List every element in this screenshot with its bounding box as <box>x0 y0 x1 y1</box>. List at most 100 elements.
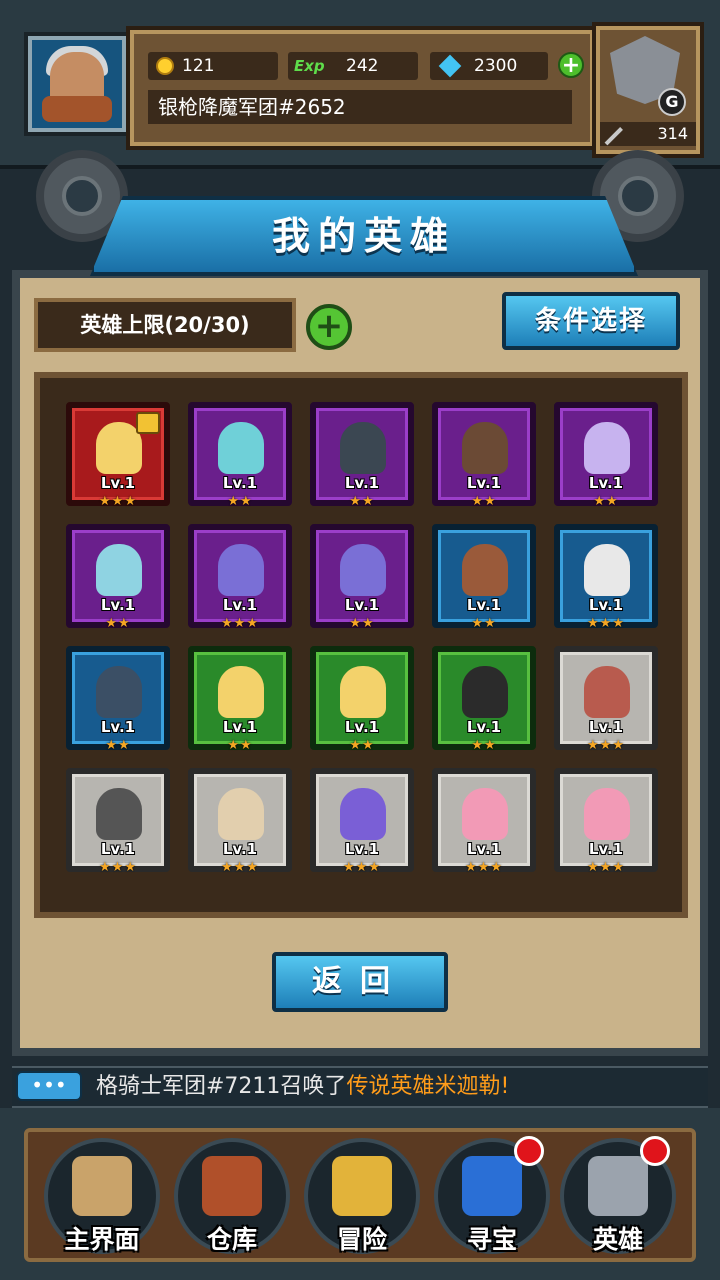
hero-slot[interactable]: Lv.1 ★★ <box>310 402 414 509</box>
filter-button[interactable]: 条件选择 <box>502 292 680 350</box>
hero-stars: ★★★ <box>587 860 625 875</box>
hero-level: Lv.1 <box>344 840 380 858</box>
hero-stars: ★★★ <box>587 616 625 631</box>
hero-slot[interactable]: Lv.1 ★★ <box>188 646 292 753</box>
hero-slot[interactable]: Lv.1 ★★ <box>310 646 414 753</box>
hero-slot[interactable]: Lv.1 ★★ <box>66 646 170 753</box>
power-value: 314 <box>600 122 696 146</box>
hero-limit-label: 英雄上限(20/30) <box>34 298 296 352</box>
hero-slot[interactable]: Lv.1 ★★ <box>432 524 536 631</box>
hero-slot[interactable]: Lv.1 ★★★ <box>188 768 292 875</box>
hero-portrait-icon <box>462 788 508 840</box>
notification-dot <box>514 1136 544 1166</box>
hero-slot[interactable]: Lv.1 ★★ <box>432 402 536 509</box>
hero-slot[interactable]: Lv.1 ★★ <box>188 402 292 509</box>
hero-stars: ★★★ <box>221 860 259 875</box>
ticker-prefix: 格骑士军团#7211召唤了 <box>96 1074 347 1099</box>
hero-slot[interactable]: Lv.1 ★★ <box>554 402 658 509</box>
hero-portrait-icon <box>462 422 508 474</box>
hero-stars: ★★ <box>227 494 253 509</box>
player-avatar[interactable] <box>28 36 126 132</box>
hero-level: Lv.1 <box>588 718 624 736</box>
gold-coin-icon <box>156 57 174 75</box>
hero-stars: ★★★ <box>343 860 381 875</box>
scroll-map-icon <box>72 1156 132 1216</box>
hero-slot[interactable]: Lv.1 ★★★ <box>554 524 658 631</box>
hero-portrait-icon <box>96 544 142 596</box>
hero-slot[interactable]: Lv.1 ★★★ <box>66 768 170 875</box>
nav-label: 英雄 <box>592 1225 643 1254</box>
power-number: 314 <box>657 124 688 143</box>
hero-portrait-icon <box>340 666 386 718</box>
hero-portrait-icon <box>218 422 264 474</box>
hero-slot[interactable]: Lv.1 ★★ <box>66 524 170 631</box>
ticker-message: 格骑士军团#7211召唤了传说英雄米迦勒! <box>96 1068 509 1106</box>
hero-level: Lv.1 <box>344 596 380 614</box>
hero-level: Lv.1 <box>466 474 502 492</box>
hero-slot[interactable]: Lv.1 ★★ <box>310 524 414 631</box>
knight-helmet-icon <box>588 1156 648 1216</box>
hero-portrait-icon <box>96 666 142 718</box>
notification-dot <box>640 1136 670 1166</box>
exp-icon: Exp <box>294 57 325 75</box>
hero-portrait-icon <box>218 544 264 596</box>
expand-limit-button[interactable]: + <box>306 304 352 350</box>
back-button[interactable]: 返回 <box>272 952 448 1012</box>
hero-portrait-icon <box>340 544 386 596</box>
hero-stars: ★★★ <box>465 860 503 875</box>
hero-level: Lv.1 <box>344 718 380 736</box>
hero-stars: ★★ <box>227 738 253 753</box>
hero-stars: ★★ <box>349 738 375 753</box>
page-title: 我的英雄 <box>271 214 456 258</box>
gem-value: 2300 <box>474 56 518 76</box>
rank-panel[interactable]: G 314 <box>596 26 700 154</box>
nav-item[interactable]: 冒险 <box>304 1138 420 1254</box>
hero-portrait-icon <box>584 422 630 474</box>
hero-portrait-icon <box>584 544 630 596</box>
hero-stars: ★★ <box>105 738 131 753</box>
hero-level: Lv.1 <box>222 474 258 492</box>
title-banner: 我的英雄 <box>90 196 638 276</box>
hero-portrait-icon <box>584 788 630 840</box>
nav-item[interactable]: 仓库 <box>174 1138 290 1254</box>
hero-level: Lv.1 <box>466 596 502 614</box>
hero-slot[interactable]: Lv.1 ★★★ <box>432 768 536 875</box>
gold-counter: 121 <box>148 52 278 80</box>
hero-portrait-icon <box>218 788 264 840</box>
hero-stars: ★★ <box>349 494 375 509</box>
hero-slot[interactable]: Lv.1 ★★★ <box>310 768 414 875</box>
hero-portrait-icon <box>462 666 508 718</box>
hero-slot[interactable]: Lv.1 ★★ <box>432 646 536 753</box>
blue-crystal-icon <box>462 1156 522 1216</box>
lock-icon <box>136 412 160 434</box>
gem-counter: 2300 <box>430 52 548 80</box>
hero-portrait-icon <box>462 544 508 596</box>
exp-value: 242 <box>346 56 379 76</box>
hero-slot[interactable]: Lv.1 ★★★ <box>554 646 658 753</box>
add-gems-button[interactable]: + <box>558 52 584 78</box>
hero-level: Lv.1 <box>466 718 502 736</box>
hero-slot[interactable]: Lv.1 ★★★ <box>188 524 292 631</box>
hero-level: Lv.1 <box>100 718 136 736</box>
nav-item[interactable]: 主界面 <box>44 1138 160 1254</box>
hero-level: Lv.1 <box>588 474 624 492</box>
nav-label: 仓库 <box>206 1225 257 1254</box>
nav-label: 主界面 <box>64 1225 140 1254</box>
exp-counter: Exp 242 <box>288 52 418 80</box>
hero-portrait-icon <box>96 788 142 840</box>
sword-icon <box>604 127 623 146</box>
broadcast-ticker: ••• 格骑士军团#7211召唤了传说英雄米迦勒! <box>12 1066 708 1108</box>
hero-level: Lv.1 <box>344 474 380 492</box>
hero-stars: ★★★ <box>99 494 137 509</box>
hero-portrait-icon <box>218 666 264 718</box>
hero-portrait-icon <box>584 666 630 718</box>
hero-level: Lv.1 <box>100 840 136 858</box>
legion-name: 银枪降魔军团#2652 <box>148 90 572 124</box>
hero-slot[interactable]: Lv.1 ★★★ <box>66 402 170 509</box>
hero-portrait-icon <box>340 788 386 840</box>
hero-stars: ★★ <box>471 494 497 509</box>
chat-bubble-icon[interactable]: ••• <box>16 1071 82 1101</box>
ticker-highlight: 传说英雄米迦勒! <box>346 1074 510 1099</box>
hero-level: Lv.1 <box>222 718 258 736</box>
hero-slot[interactable]: Lv.1 ★★★ <box>554 768 658 875</box>
